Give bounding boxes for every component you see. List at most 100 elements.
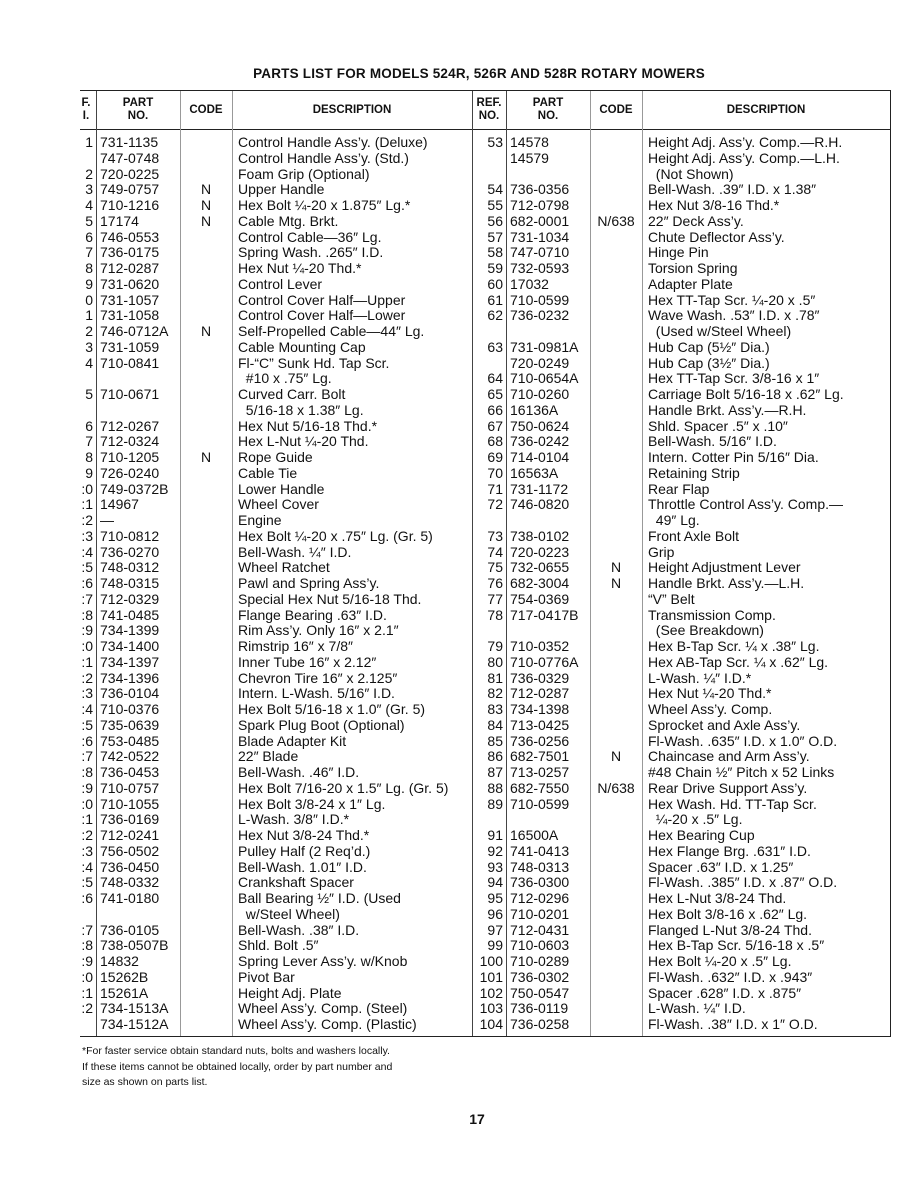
cell-desc: 49″ Lg.	[648, 512, 700, 528]
cell-desc: Hex Bearing Cup	[648, 827, 755, 843]
cell-part: 738-0102	[510, 527, 570, 544]
table-row: 56 682-0001 N/638 22″ Deck Ass’y.	[80, 213, 890, 230]
cell-ref: 81	[487, 669, 503, 686]
cell-part: 16136A	[510, 401, 559, 418]
cell-part: 731-0981A	[510, 338, 579, 355]
cell-part: 720-0249	[510, 354, 570, 371]
cell-ref: 79	[487, 638, 503, 654]
cell-desc: Grip	[648, 543, 675, 560]
cell-ref: 62	[487, 307, 503, 324]
table-row: 66 16136A Handle Brkt. Ass’y.—R.H.	[80, 401, 890, 419]
table-row: 14579 Height Adj. Ass’y. Comp.—L.H.	[80, 150, 890, 167]
cell-part: 17032	[510, 275, 549, 292]
table-row: 53 14578 Height Adj. Ass’y. Comp.—R.H.	[80, 134, 890, 151]
cell-desc: L-Wash. ¼″ I.D.*	[648, 669, 752, 686]
table-row: 59 732-0593 Torsion Spring	[80, 260, 890, 277]
cell-part: 747-0710	[510, 244, 570, 261]
cell-part: 710-0654A	[510, 370, 579, 387]
table-row: 96 710-0201 Hex Bolt 3/8-16 x .62″ Lg.	[80, 905, 890, 923]
table-row: 61 710-0599 Hex TT-Tap Scr. ¼-20 x .5″	[80, 292, 890, 309]
table-row: 104 736-0258 Fl-Wash. .38″ I.D. x 1″ O.D.	[80, 1016, 890, 1033]
cell-part: 14578	[510, 134, 549, 150]
cell-part: 712-0431	[510, 921, 570, 938]
table-row: 92 741-0413 Hex Flange Brg. .631″ I.D.	[80, 843, 890, 860]
cell-desc: Front Axle Bolt	[648, 527, 740, 544]
table-row: 99 710-0603 Hex B-Tap Scr. 5/16-18 x .5″	[80, 937, 890, 954]
header-code-left: CODE	[189, 103, 223, 116]
table-row: (Used w/Steel Wheel)	[80, 323, 890, 340]
table-row: 73 738-0102 Front Axle Bolt	[80, 527, 890, 545]
table-row: 70 16563A Retaining Strip	[80, 464, 890, 482]
table-row: 55 712-0798 Hex Nut 3/8-16 Thd.*	[80, 197, 890, 214]
cell-part: 720-0223	[510, 543, 570, 560]
table-row: 79 710-0352 Hex B-Tap Scr. ¼ x .38″ Lg.	[80, 638, 890, 655]
cell-part: 717-0417B	[510, 606, 579, 623]
cell-desc: Hub Cap (3½″ Dia.)	[648, 354, 770, 371]
cell-desc: Handle Brkt. Ass’y.—R.H.	[648, 401, 807, 418]
cell-part: 710-0776A	[510, 653, 579, 670]
cell-desc: Height Adj. Ass’y. Comp.—R.H.	[648, 134, 843, 150]
cell-desc: Hex Nut ¼-20 Thd.*	[648, 685, 772, 702]
table-row: 74 720-0223 Grip	[80, 543, 890, 561]
cell-part: 731-1172	[510, 480, 569, 497]
cell-code: N	[610, 559, 622, 576]
cell-part: 750-0624	[510, 417, 570, 434]
cell-part: 713-0257	[510, 764, 570, 780]
table-row: 97 712-0431 Flanged L-Nut 3/8-24 Thd.	[80, 921, 890, 939]
table-header: F. I. PART NO. CODE DESCRIPTION REF. NO.…	[80, 91, 890, 130]
cell-desc: Hex B-Tap Scr. ¼ x .38″ Lg.	[648, 638, 820, 654]
cell-desc: Hinge Pin	[648, 244, 709, 261]
table-row: 68 736-0242 Bell-Wash. 5/16″ I.D.	[80, 433, 890, 450]
header-ref-left: F. I.	[81, 97, 91, 122]
cell-desc: Flanged L-Nut 3/8-24 Thd.	[648, 921, 812, 938]
table-row: ¼-20 x .5″ Lg.	[80, 811, 890, 828]
cell-ref: 87	[487, 764, 503, 780]
cell-ref: 97	[487, 921, 503, 938]
cell-part: 750-0547	[510, 984, 570, 1001]
cell-desc: Hex L-Nut 3/8-24 Thd.	[648, 890, 787, 906]
cell-ref: 77	[487, 590, 503, 607]
table-row: 84 713-0425 Sprocket and Axle Ass’y.	[80, 716, 890, 734]
table-row: 71 731-1172 Rear Flap	[80, 480, 890, 498]
table-row: 81 736-0329 L-Wash. ¼″ I.D.*	[80, 669, 890, 687]
table-row: 91 16500A Hex Bearing Cup	[80, 827, 890, 844]
cell-desc: Fl-Wash. .38″ I.D. x 1″ O.D.	[648, 1016, 818, 1032]
cell-desc: (Used w/Steel Wheel)	[648, 323, 792, 339]
cell-part: 712-0296	[510, 890, 570, 906]
cell-ref: 94	[487, 874, 503, 891]
cell-ref: 104	[479, 1016, 503, 1032]
header-part-right: PART NO.	[532, 97, 564, 122]
cell-desc: Spacer .628″ I.D. x .875″	[648, 984, 802, 1001]
table-row: 87 713-0257 #48 Chain ½″ Pitch x 52 Links	[80, 764, 890, 781]
cell-part: 736-0258	[510, 1016, 570, 1032]
header-desc-left: DESCRIPTION	[312, 103, 392, 116]
table-row: 88 682-7550 N/638 Rear Drive Support Ass’y.	[80, 779, 890, 797]
cell-ref: 54	[487, 181, 503, 198]
cell-ref: 74	[487, 543, 503, 560]
cell-desc: Chute Deflector Ass’y.	[648, 228, 785, 245]
cell-desc: Handle Brkt. Ass’y.—L.H.	[648, 575, 805, 591]
footnote-line: If these items cannot be obtained locall…	[82, 1060, 393, 1073]
cell-ref: 53	[487, 134, 503, 150]
cell-ref: 85	[487, 732, 503, 749]
cell-desc: ¼-20 x .5″ Lg.	[648, 811, 743, 828]
cell-desc: Retaining Strip	[648, 464, 740, 481]
cell-part: 710-0352	[510, 638, 570, 654]
cell-part: 710-0599	[510, 795, 570, 812]
cell-desc: Hex Bolt 3/8-16 x .62″ Lg.	[648, 905, 808, 922]
cell-part: 713-0425	[510, 716, 570, 733]
cell-desc: “V” Belt	[648, 590, 695, 607]
cell-desc: Rear Drive Support Ass’y.	[648, 779, 808, 796]
cell-desc: (Not Shown)	[648, 165, 734, 182]
cell-part: 682-7501	[510, 748, 570, 765]
cell-desc: Hub Cap (5½″ Dia.)	[648, 338, 770, 355]
cell-ref: 103	[479, 1000, 503, 1017]
table-row: 72 746-0820 Throttle Control Ass’y. Comp.—	[80, 496, 890, 513]
cell-ref: 66	[487, 401, 503, 418]
cell-part: 16563A	[510, 464, 559, 481]
cell-ref: 58	[487, 244, 503, 261]
table-row: 83 734-1398 Wheel Ass’y. Comp.	[80, 701, 890, 718]
cell-part: 731-1034	[510, 228, 570, 245]
cell-part: 710-0260	[510, 386, 570, 402]
cell-desc: Fl-Wash. .385″ I.D. x .87″ O.D.	[648, 874, 838, 891]
